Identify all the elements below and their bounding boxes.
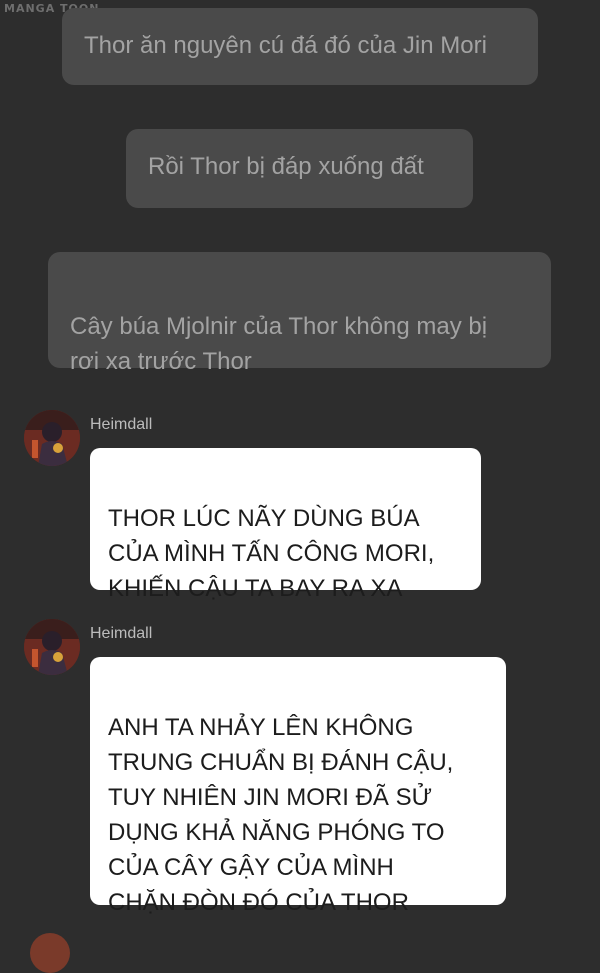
- speaker-name: Heimdall: [90, 625, 153, 642]
- narration-bubble: Rồi Thor bị đáp xuống đất: [126, 129, 473, 208]
- narration-text: Cây búa Mjolnir của Thor không may bị rơ…: [70, 313, 488, 375]
- character-portrait-icon: [24, 410, 80, 466]
- speaker-avatar-partial[interactable]: [30, 933, 70, 973]
- narration-text: Thor ăn nguyên cú đá đó của Jin Mori: [84, 32, 487, 59]
- dialogue-text: ANH TA NHẢY LÊN KHÔNG TRUNG CHUẨN BỊ ĐÁN…: [108, 714, 454, 916]
- character-portrait-icon: [24, 619, 80, 675]
- speaker-avatar[interactable]: [24, 410, 80, 466]
- speaker-name: Heimdall: [90, 416, 153, 433]
- narration-text: Rồi Thor bị đáp xuống đất: [148, 153, 424, 180]
- narration-bubble: Thor ăn nguyên cú đá đó của Jin Mori: [62, 8, 538, 85]
- speaker-avatar[interactable]: [24, 619, 80, 675]
- dialogue-bubble: THOR LÚC NÃY DÙNG BÚA CỦA MÌNH TẤN CÔNG …: [90, 448, 481, 602]
- dialogue-bubble: ANH TA NHẢY LÊN KHÔNG TRUNG CHUẨN BỊ ĐÁN…: [90, 657, 506, 916]
- narration-bubble: Cây búa Mjolnir của Thor không may bị rơ…: [48, 252, 551, 375]
- dialogue-text: THOR LÚC NÃY DÙNG BÚA CỦA MÌNH TẤN CÔNG …: [108, 505, 435, 602]
